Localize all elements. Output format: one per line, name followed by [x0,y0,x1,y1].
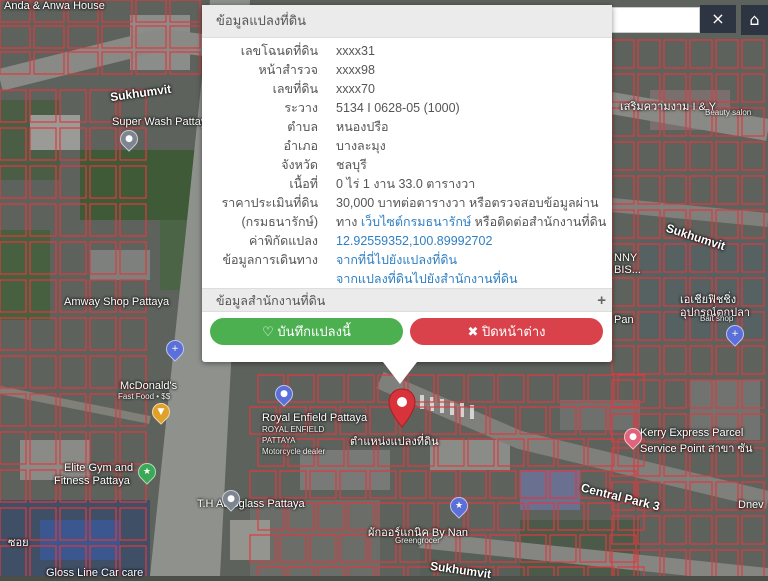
detail-label: จังหวัด [281,158,318,172]
detail-label: อำเภอ [283,139,318,153]
detail-label: เลขที่ดิน [272,82,318,96]
map-label: Greengrocer [395,536,440,545]
detail-row: หน้าสำรวจ xxxx98 [202,61,612,80]
detail-row: อำเภอ บางละมุง [202,137,612,156]
appraisal-label: ราคาประเมินที่ดิน [221,196,318,210]
popup-pointer [383,362,417,384]
home-icon[interactable]: ⌂ [741,5,768,35]
detail-value: บางละมุง [336,139,386,153]
close-x-icon: ✖ [467,324,479,339]
appraisal-text-prefix: ทาง [336,215,361,229]
detail-label: ตำบล [287,120,318,134]
map-label: Dnev [738,499,764,511]
map-label: Motorcycle dealer [262,447,326,456]
detail-row: จังหวัด ชลบุรี [202,156,612,175]
map-label: Kerry Express Parcel [640,427,744,439]
coords-link[interactable]: 12.92559352,100.89992702 [336,234,492,248]
detail-row: เลขที่ดิน xxxx70 [202,80,612,99]
map-label: PATTAYA [262,436,296,445]
directions-to-parcel-link[interactable]: จากที่นี่ไปยังแปลงที่ดิน [336,253,457,267]
travel-label-spacer [202,270,328,289]
close-window-button[interactable]: ✖ ปิดหน้าต่าง [410,318,603,345]
map-label: McDonald's [120,380,178,392]
map-label: ตำแหน่งแปลงที่ดิน [350,436,439,448]
travel-row: ข้อมูลการเดินทาง จากที่นี่ไปยังแปลงที่ดิน [202,251,612,270]
save-parcel-button[interactable]: ♡ บันทึกแปลงนี้ [210,318,403,345]
detail-value: xxxx98 [336,63,375,77]
detail-label: เลขโฉนดที่ดิน [240,44,318,58]
appraisal-row-2: (กรมธนารักษ์) ทาง เว็บไซต์กรมธนารักษ์ หร… [202,213,612,232]
map-label: Gloss Line Car care [46,567,144,579]
parcel-details: เลขโฉนดที่ดิน xxxx31 หน้าสำรวจ xxxx98 เลขท… [202,38,612,289]
detail-label: หน้าสำรวจ [258,63,318,77]
detail-label: ระวาง [284,101,318,115]
map-label: Fast Food • $$ [118,392,171,401]
map-label: T.H Autoglass Pattaya [197,498,305,510]
map-pin-icon[interactable] [388,388,416,428]
map-label: Beauty salon [705,108,752,117]
map-label: เสริมความงาม I & Y [620,101,717,113]
map-label: ซอย [8,537,29,549]
travel-label: ข้อมูลการเดินทาง [222,253,318,267]
coords-label: ค่าพิกัดแปลง [248,234,318,248]
map-label: Super Wash Pattaya [112,116,213,128]
detail-value: 0 ไร่ 1 งาน 33.0 ตารางวา [336,177,476,191]
appraisal-text-suffix: หรือติดต่อสำนักงานที่ดิน [471,215,607,229]
map-label: Elite Gym and [64,462,134,474]
land-office-section-toggle[interactable]: ข้อมูลสำนักงานที่ดิน + [202,288,612,312]
map-label: ROYAL ENFIELD [262,425,325,434]
save-parcel-label: บันทึกแปลงนี้ [277,324,351,339]
detail-value: xxxx70 [336,82,375,96]
map-label: NNY [614,252,638,264]
detail-value: 5134 I 0628-05 (1000) [336,101,460,115]
close-icon[interactable]: × [700,5,736,33]
treasury-website-link[interactable]: เว็บไซต์กรมธนารักษ์ [361,215,471,229]
detail-label: เนื้อที่ [289,177,318,191]
detail-row: ตำบล หนองปรือ [202,118,612,137]
detail-row: เลขโฉนดที่ดิน xxxx31 [202,42,612,61]
close-window-label: ปิดหน้าต่าง [481,324,546,339]
directions-to-office-link[interactable]: จากแปลงที่ดินไปยังสำนักงานที่ดิน [336,272,518,286]
map-label: Amway Shop Pattaya [64,296,170,308]
heart-icon: ♡ [262,324,274,339]
coords-row: ค่าพิกัดแปลง 12.92559352,100.89992702 [202,232,612,251]
map-label: Fitness Pattaya [54,475,130,487]
map-label: Anda & Anwa House [4,0,105,12]
detail-value: หนองปรือ [336,120,389,134]
popup-title: ข้อมูลแปลงที่ดิน [202,5,612,38]
travel-row-2: จากแปลงที่ดินไปยังสำนักงานที่ดิน [202,270,612,289]
map-label: Bait shop [700,314,734,323]
map-label: Royal Enfield Pattaya [262,412,368,424]
detail-value: ชลบุรี [336,158,367,172]
parcel-info-popup: ข้อมูลแปลงที่ดิน เลขโฉนดที่ดิน xxxx31 หน้… [202,5,612,362]
map-label: Service Point สาขา ซัน [640,443,753,455]
appraisal-source-label: (กรมธนารักษ์) [241,215,318,229]
appraisal-row: ราคาประเมินที่ดิน 30,000 บาทต่อตารางวา หร… [202,194,612,213]
detail-row: เนื้อที่ 0 ไร่ 1 งาน 33.0 ตารางวา [202,175,612,194]
map-label: Pan [614,314,634,326]
detail-row: ระวาง 5134 I 0628-05 (1000) [202,99,612,118]
land-office-label: ข้อมูลสำนักงานที่ดิน [216,294,326,308]
appraisal-value: 30,000 บาทต่อตารางวา หรือตรวจสอบข้อมูลผ่… [336,196,599,210]
map-label: BIS... [614,264,641,276]
detail-value: xxxx31 [336,44,375,58]
appraisal-source-value: ทาง เว็บไซต์กรมธนารักษ์ หรือติดต่อสำนักง… [328,213,608,232]
expand-plus-icon[interactable]: + [597,289,606,313]
